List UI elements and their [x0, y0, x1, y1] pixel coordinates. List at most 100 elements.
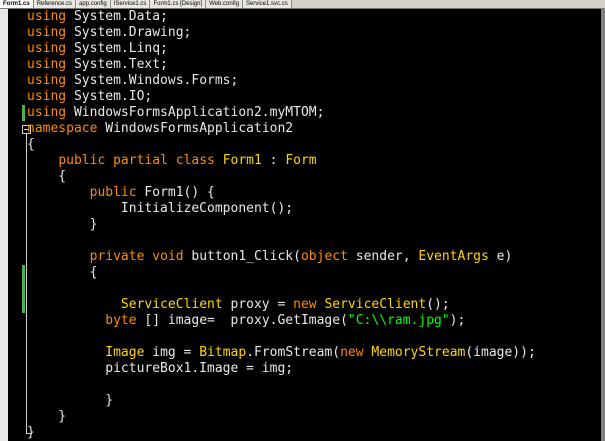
code-token: using — [27, 9, 67, 24]
code-token: public — [58, 153, 106, 168]
code-token: System.Data; — [66, 9, 168, 24]
code-line[interactable]: public partial class Form1 : Form — [27, 153, 317, 169]
code-token: object — [300, 249, 348, 264]
code-line[interactable]: } — [27, 425, 35, 441]
code-token: (); — [426, 297, 450, 312]
code-token: { — [27, 169, 67, 184]
code-token: byte — [105, 313, 137, 328]
code-token: System.IO; — [66, 89, 153, 104]
code-line[interactable]: using System.Text; — [27, 57, 168, 73]
code-token: private — [89, 249, 145, 264]
tab-iservice1-cs[interactable]: IService1.cs — [110, 0, 151, 8]
code-token: namespace — [27, 121, 98, 136]
code-token: new — [293, 297, 317, 312]
code-token: } — [27, 409, 67, 424]
change-marker — [22, 265, 25, 313]
code-token: public — [89, 185, 137, 200]
tab-reference-cs[interactable]: Reference.cs — [33, 0, 77, 8]
code-token: Bitmap — [199, 345, 247, 360]
line-gutter — [0, 9, 8, 441]
code-line[interactable]: InitializeComponent(); — [27, 201, 293, 217]
code-token: Image — [105, 345, 145, 360]
code-token: "C:\\ram.jpg" — [347, 313, 450, 328]
code-token: { — [27, 137, 35, 152]
code-token: using — [27, 89, 67, 104]
tab-app-config[interactable]: app.config — [76, 0, 111, 8]
tab-service1-svc-cs[interactable]: Service1.svc.cs — [243, 0, 292, 8]
code-token: void — [152, 249, 184, 264]
code-token: } — [27, 425, 35, 440]
code-line[interactable]: namespace WindowsFormsApplication2 — [27, 121, 293, 137]
code-token: ServiceClient — [324, 297, 427, 312]
code-token: System.Text; — [66, 57, 168, 72]
code-token: MemoryStream — [371, 345, 466, 360]
code-line[interactable]: using System.Linq; — [27, 41, 168, 57]
code-token: Form1() { — [136, 185, 215, 200]
code-token: class — [175, 153, 215, 168]
code-token: sender, — [347, 249, 419, 264]
code-token: Form1 — [222, 153, 262, 168]
code-token: new — [340, 345, 364, 360]
code-token: { — [27, 265, 98, 280]
code-token: WindowsFormsApplication2 — [97, 121, 294, 136]
tab-form1-cs[interactable]: Form1.cs — [0, 0, 34, 8]
code-token: using — [27, 105, 67, 120]
code-line[interactable]: using WindowsFormsApplication2.myMTOM; — [27, 105, 324, 121]
code-token: System.Drawing; — [66, 25, 192, 40]
code-token: System.Linq; — [66, 41, 168, 56]
code-token: ); — [449, 313, 466, 328]
code-token: partial — [113, 153, 168, 168]
code-token: : — [261, 153, 286, 168]
code-token: [] image= proxy.GetImage( — [136, 313, 348, 328]
code-line[interactable]: using System.Data; — [27, 9, 168, 25]
code-token: using — [27, 25, 67, 40]
code-editor[interactable]: using System.Data; using System.Drawing; u… — [0, 9, 605, 441]
code-token: e) — [488, 249, 513, 264]
code-token: using — [27, 57, 67, 72]
code-line[interactable]: using System.Drawing; — [27, 25, 191, 41]
code-token: (image)); — [465, 345, 536, 360]
outline-margin — [8, 9, 32, 441]
code-token: System.Windows.Forms; — [66, 73, 239, 88]
code-line[interactable]: byte [] image= proxy.GetImage("C:\\ram.j… — [27, 313, 465, 329]
code-token: pictureBox1.Image = img; — [27, 361, 294, 376]
code-line[interactable]: { — [27, 265, 98, 281]
tab-web-config[interactable]: Web.config — [206, 0, 244, 8]
code-token: Form — [285, 153, 317, 168]
code-token: using — [27, 73, 67, 88]
code-line[interactable]: using System.IO; — [27, 89, 152, 105]
code-token: ServiceClient — [120, 297, 223, 312]
tab-form1-cs-design[interactable]: Form1.cs [Design] — [150, 0, 207, 8]
change-marker — [22, 105, 25, 121]
code-token: } — [27, 217, 98, 232]
code-line[interactable]: } — [27, 409, 66, 425]
code-line[interactable]: { — [27, 169, 66, 185]
code-line[interactable]: } — [27, 217, 98, 233]
code-token: proxy = — [222, 297, 294, 312]
code-token: .FromStream( — [246, 345, 341, 360]
code-line[interactable]: } — [27, 393, 113, 409]
code-line[interactable]: ServiceClient proxy = new ServiceClient(… — [27, 297, 450, 313]
code-token: button1_Click( — [183, 249, 301, 264]
code-token: EventArgs — [418, 249, 489, 264]
document-tab-bar: Form1.cs Reference.cs app.config IService1.… — [0, 0, 605, 9]
editor-right-edge — [601, 9, 605, 441]
code-line[interactable]: private void button1_Click(object sender… — [27, 249, 513, 265]
code-line[interactable]: { — [27, 137, 35, 153]
code-line[interactable]: using System.Windows.Forms; — [27, 73, 238, 89]
code-token: } — [27, 393, 114, 408]
code-line[interactable]: public Form1() { — [27, 185, 215, 201]
code-line[interactable]: pictureBox1.Image = img; — [27, 361, 293, 377]
code-token: img = — [144, 345, 200, 360]
code-line[interactable]: Image img = Bitmap.FromStream(new Memory… — [27, 345, 536, 361]
code-token: using — [27, 41, 67, 56]
code-token: InitializeComponent(); — [27, 201, 294, 216]
